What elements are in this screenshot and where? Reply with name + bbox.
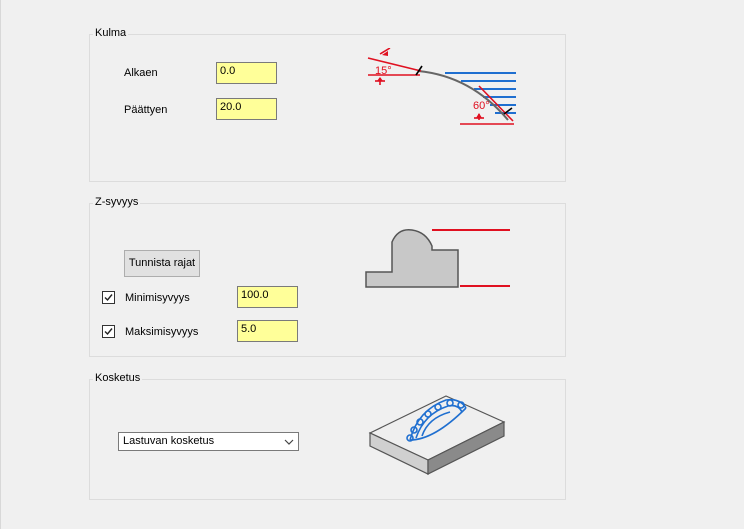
paattyen-label: Päättyen (124, 104, 168, 116)
z-syvyys-group-title: Z-syvyys (93, 196, 141, 209)
kosketus-select[interactable]: Lastuvan kosketus (118, 432, 299, 451)
window-edge (0, 0, 1, 529)
tunnista-rajat-button[interactable]: Tunnista rajat (124, 250, 200, 277)
start-angle-text: 15° (375, 65, 392, 77)
minimisyvyys-label: Minimisyvyys (125, 292, 190, 304)
alkaen-label: Alkaen (124, 67, 158, 79)
kosketus-select-value: Lastuvan kosketus (123, 435, 215, 447)
maksimisyvyys-label: Maksimisyvyys (125, 326, 199, 338)
paattyen-field[interactable]: 20.0 (216, 98, 277, 120)
maksimisyvyys-field[interactable]: 5.0 (237, 320, 298, 342)
alkaen-field[interactable]: 0.0 (216, 62, 277, 84)
contact-diagram (368, 395, 506, 475)
end-angle-text: 60° (473, 100, 490, 112)
maksimisyvyys-checkbox[interactable] (102, 325, 115, 338)
kulma-group-title: Kulma (93, 27, 129, 40)
minimisyvyys-field[interactable]: 100.0 (237, 286, 298, 308)
minimisyvyys-checkbox[interactable] (102, 291, 115, 304)
chevron-down-icon (284, 439, 294, 445)
kosketus-group-title: Kosketus (93, 372, 143, 385)
depth-diagram (365, 229, 510, 288)
check-icon (104, 294, 113, 302)
check-icon (104, 328, 113, 336)
angle-diagram: 15° 60° (367, 48, 516, 125)
